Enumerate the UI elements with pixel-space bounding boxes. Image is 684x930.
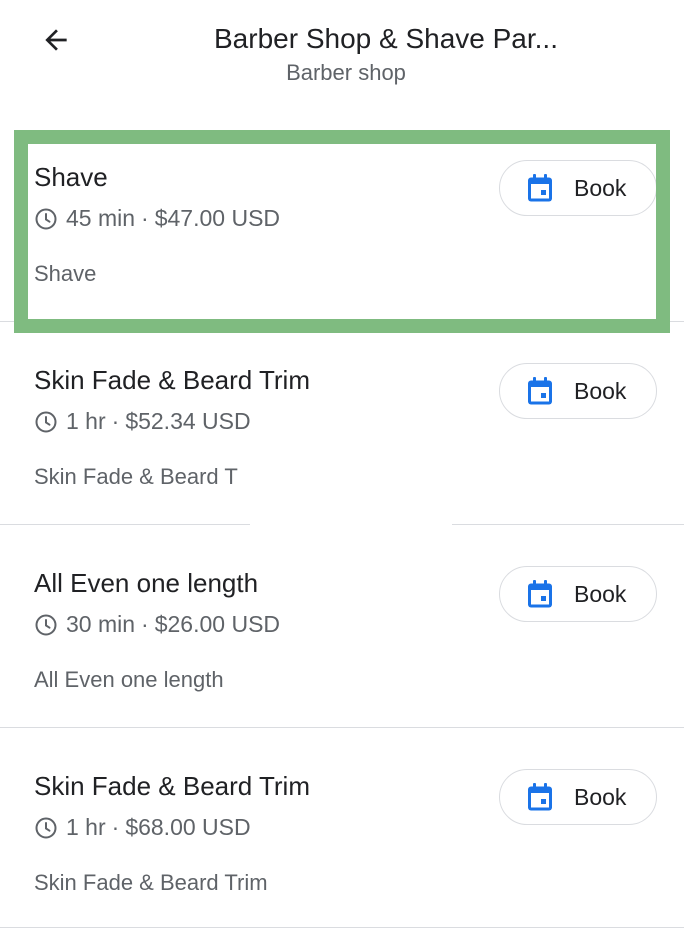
- book-button[interactable]: Book: [499, 160, 657, 216]
- service-price: $52.34 USD: [125, 408, 251, 434]
- service-item: Skin Fade & Beard Trim 1 hr · $68.00 USD…: [0, 727, 684, 930]
- page-subtitle: Barber shop: [286, 60, 406, 85]
- book-button[interactable]: Book: [499, 566, 657, 622]
- book-button[interactable]: Book: [499, 769, 657, 825]
- calendar-icon: [528, 377, 552, 405]
- service-duration: 1 hr: [66, 408, 106, 434]
- clock-icon: [35, 208, 57, 229]
- meta-separator: ·: [111, 814, 120, 840]
- service-item: Shave 45 min · $47.00 USD Shave Book: [0, 118, 684, 321]
- service-name: Shave: [34, 162, 108, 192]
- service-name: Skin Fade & Beard Trim: [34, 771, 310, 801]
- service-price: $26.00 USD: [154, 611, 281, 637]
- service-duration: 45 min: [66, 205, 136, 231]
- service-duration: 30 min: [66, 611, 136, 637]
- meta-separator: ·: [141, 611, 149, 637]
- book-button-label: Book: [574, 174, 627, 201]
- calendar-icon: [528, 783, 552, 811]
- back-button[interactable]: [38, 22, 74, 58]
- service-item: All Even one length 30 min · $26.00 USD …: [0, 524, 684, 727]
- book-button[interactable]: Book: [499, 363, 657, 419]
- service-name: All Even one length: [34, 568, 259, 598]
- app-header: Barber Shop & Shave Par... Barber shop: [0, 0, 684, 110]
- service-duration: 1 hr: [66, 814, 106, 840]
- service-meta: 45 min · $47.00 USD: [34, 205, 280, 232]
- service-price: $68.00 USD: [125, 814, 251, 840]
- arrow-left-icon: [45, 29, 67, 51]
- service-meta: 1 hr · $68.00 USD: [34, 814, 251, 841]
- calendar-icon: [528, 580, 552, 608]
- book-button-label: Book: [574, 783, 627, 810]
- page-title: Barber Shop & Shave Par...: [214, 23, 558, 54]
- service-meta: 1 hr · $52.34 USD: [34, 408, 251, 435]
- service-name: Skin Fade & Beard Trim: [34, 365, 310, 395]
- service-meta: 30 min · $26.00 USD: [34, 611, 280, 638]
- service-description: All Even one length: [34, 667, 224, 692]
- clock-icon: [35, 614, 57, 635]
- service-description: Skin Fade & Beard Trim: [34, 870, 268, 895]
- service-description: Shave: [34, 261, 97, 286]
- redaction-mask: [250, 400, 452, 530]
- meta-separator: ·: [141, 205, 149, 231]
- book-button-label: Book: [574, 377, 627, 404]
- clock-icon: [35, 817, 57, 838]
- meta-separator: ·: [111, 408, 120, 434]
- calendar-icon: [528, 174, 552, 202]
- book-button-label: Book: [574, 580, 627, 607]
- service-price: $47.00 USD: [154, 205, 281, 231]
- service-description: Skin Fade & Beard T: [34, 464, 238, 489]
- clock-icon: [35, 411, 57, 432]
